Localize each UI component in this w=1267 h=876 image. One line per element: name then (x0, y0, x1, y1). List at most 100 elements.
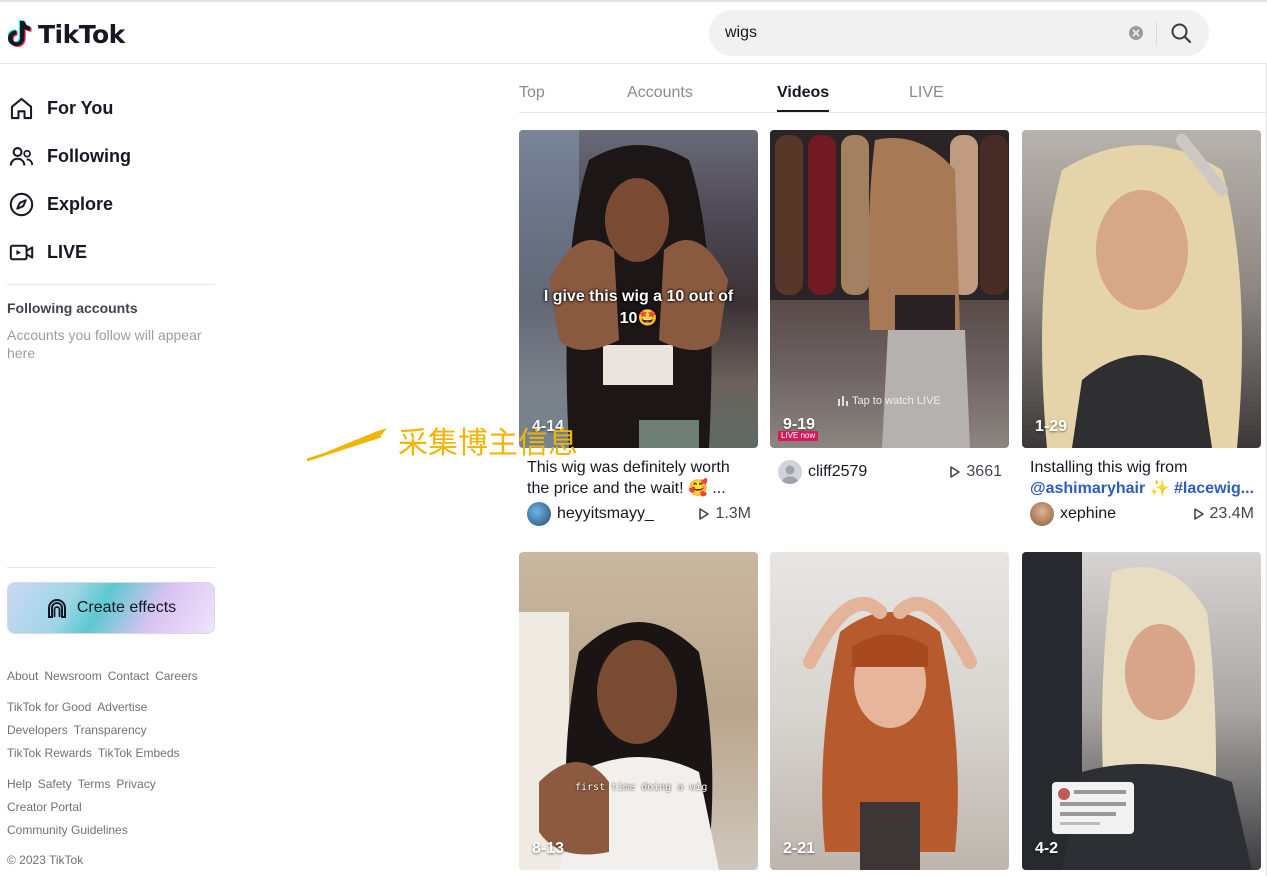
tiktok-logo[interactable]: TikTok (8, 17, 125, 51)
avatar[interactable] (527, 502, 551, 526)
caption-hashtags[interactable]: @ashimaryhair ✨ #lacewig... (1030, 480, 1254, 497)
video-card[interactable]: I give this wig a 10 out of 10🤩 4-14 Thi… (519, 130, 758, 530)
footer-link-tiktok-for-good[interactable]: TikTok for Good (7, 700, 91, 714)
copyright: © 2023 TikTok (7, 853, 84, 867)
tab-videos[interactable]: Videos (777, 84, 829, 102)
nav-label: For You (47, 97, 114, 118)
search-button[interactable] (1167, 21, 1195, 45)
tiktok-search-page: TikTok For You Following Explore (0, 0, 1267, 876)
play-icon (950, 466, 961, 478)
home-icon (10, 97, 33, 119)
footer-link-creator-portal[interactable]: Creator Portal (7, 800, 82, 814)
footer-link-community-guidelines[interactable]: Community Guidelines (7, 823, 128, 837)
view-count-value: 23.4M (1209, 505, 1254, 522)
footer-link-newsroom[interactable]: Newsroom (44, 669, 101, 683)
video-date: 1-29 (1035, 418, 1068, 435)
nav-explore[interactable]: Explore (8, 186, 113, 222)
nav-for-you[interactable]: For You (8, 90, 113, 126)
view-count-value: 3661 (966, 463, 1002, 480)
search-tabs: Top Accounts Videos LIVE (519, 66, 1266, 113)
clear-circle-icon[interactable] (1129, 26, 1143, 40)
video-card[interactable]: first time doing a wig 8-13 (519, 552, 758, 870)
create-effects-label: Create effects (76, 599, 177, 616)
footer-link-tiktok-embeds[interactable]: TikTok Embeds (98, 746, 180, 760)
following-accounts-title: Following accounts (7, 300, 138, 316)
sidebar: For You Following Explore LIVE Following… (0, 64, 230, 876)
create-effects-button[interactable]: Create effects (7, 582, 215, 634)
footer-links-row: About Newsroom Contact Careers (7, 669, 198, 683)
footer-link-careers[interactable]: Careers (155, 669, 198, 683)
logo-wordmark: TikTok (38, 19, 125, 49)
footer-link-tiktok-rewards[interactable]: TikTok Rewards (7, 746, 92, 760)
nav-label: Following (47, 145, 131, 166)
footer-links-row: Help Safety Terms Privacy (7, 777, 156, 791)
search-bar (709, 10, 1209, 56)
author-name[interactable]: cliff2579 (808, 463, 949, 481)
effect-house-icon (47, 599, 66, 618)
following-empty-text: Accounts you follow will appear here (7, 327, 202, 361)
nav-following[interactable]: Following (8, 138, 131, 174)
author-name[interactable]: heyyitsmayy_ (557, 505, 698, 523)
play-icon (699, 508, 710, 520)
video-meta: xephine 23.4M (1030, 502, 1254, 526)
live-camera-icon (9, 244, 34, 260)
video-overlay-text: I give this wig a 10 out of 10🤩 (543, 288, 734, 327)
search-icon (1171, 23, 1192, 44)
view-count: 23.4M (1193, 505, 1254, 523)
video-thumbnail[interactable]: first time doing a wig 8-13 (519, 552, 758, 870)
nav-label: Explore (47, 193, 114, 214)
search-divider (1156, 21, 1157, 45)
footer-link-advertise[interactable]: Advertise (97, 700, 147, 714)
video-card[interactable]: 2-21 (770, 552, 1009, 870)
video-thumbnail[interactable]: 4-2 (1022, 552, 1261, 870)
nav-live[interactable]: LIVE (8, 234, 87, 270)
footer-link-terms[interactable]: Terms (78, 777, 111, 791)
footer-link-safety[interactable]: Safety (38, 777, 72, 791)
annotation-label: 采集博主信息 (398, 426, 578, 461)
footer-link-about[interactable]: About (7, 669, 38, 683)
video-thumbnail[interactable]: Tap to watch LIVE 9-19 LIVE now (770, 130, 1009, 448)
video-date: 4-2 (1035, 840, 1059, 857)
author-name[interactable]: xephine (1060, 505, 1193, 523)
footer-link-developers[interactable]: Developers (7, 723, 68, 737)
video-thumbnail[interactable]: I give this wig a 10 out of 10🤩 4-14 (519, 130, 758, 448)
live-now-badge: LIVE now (778, 431, 819, 441)
thumbnail-scene (1022, 552, 1252, 870)
video-card[interactable]: Tap to watch LIVE 9-19 LIVE now cliff257… (770, 130, 1009, 530)
video-meta: heyyitsmayy_ 1.3M (527, 502, 751, 526)
video-card[interactable]: 1-29 Installing this wig from @ashimaryh… (1022, 130, 1261, 530)
annotation-arrow-icon (306, 428, 387, 462)
video-meta: cliff2579 3661 (778, 460, 1002, 484)
avatar[interactable] (778, 460, 802, 484)
thumbnail-scene (519, 612, 719, 870)
tap-to-watch-live[interactable]: Tap to watch LIVE (838, 395, 941, 407)
view-count-value: 1.3M (715, 505, 751, 522)
search-input[interactable] (725, 18, 1115, 48)
video-thumbnail[interactable]: 2-21 (770, 552, 1009, 870)
active-tab-indicator (777, 110, 829, 112)
nav-label: LIVE (47, 241, 88, 262)
tab-accounts[interactable]: Accounts (627, 84, 693, 102)
tab-live[interactable]: LIVE (909, 84, 944, 102)
thumbnail-scene (1042, 134, 1242, 448)
default-avatar-icon (782, 465, 798, 484)
top-header: TikTok (0, 2, 1267, 64)
play-icon (1193, 508, 1204, 520)
video-caption[interactable]: Installing this wig from @ashimaryhair ✨… (1030, 457, 1255, 499)
video-date: 2-21 (783, 840, 816, 857)
video-thumbnail[interactable]: 1-29 (1022, 130, 1261, 448)
compass-icon (9, 192, 34, 216)
people-icon (9, 146, 34, 166)
footer-links-row: Community Guidelines (7, 823, 128, 837)
view-count: 3661 (949, 463, 1002, 481)
footer-link-transparency[interactable]: Transparency (74, 723, 147, 737)
tab-top[interactable]: Top (519, 84, 545, 102)
footer-link-contact[interactable]: Contact (108, 669, 149, 683)
view-count: 1.3M (698, 505, 751, 523)
video-caption[interactable]: This wig was definitely worth the price … (527, 457, 752, 499)
avatar[interactable] (1030, 502, 1054, 526)
footer-link-privacy[interactable]: Privacy (116, 777, 155, 791)
live-bars-icon (838, 396, 848, 406)
footer-link-help[interactable]: Help (7, 777, 32, 791)
video-card[interactable]: 4-2 (1022, 552, 1261, 870)
